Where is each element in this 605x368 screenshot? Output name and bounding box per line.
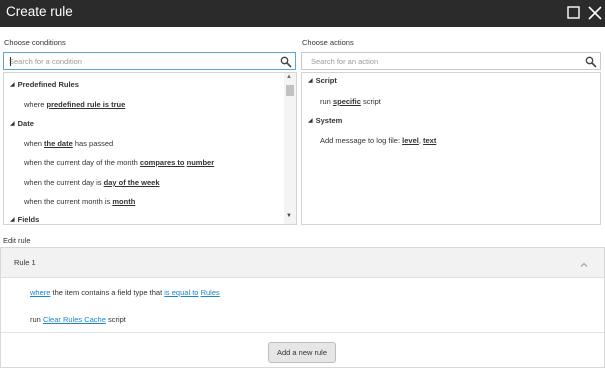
condition-link-operator[interactable]: is equal to xyxy=(164,288,198,297)
search-icon[interactable] xyxy=(280,55,292,68)
rule-condition-line: where the item contains a field type tha… xyxy=(30,288,220,297)
rule-header[interactable]: Rule 1 xyxy=(1,248,604,278)
chevron-up-icon[interactable] xyxy=(579,257,589,267)
rule-editor: Rule 1 where the item contains a field t… xyxy=(0,247,605,368)
action-link-script[interactable]: Clear Rules Cache xyxy=(43,315,106,324)
group-script[interactable]: ◢ Script xyxy=(308,76,337,85)
action-search-box[interactable] xyxy=(301,52,601,70)
close-icon[interactable] xyxy=(586,4,604,22)
add-new-rule-button[interactable]: Add a new rule xyxy=(268,342,336,363)
window-titlebar: Create rule xyxy=(0,0,605,27)
scroll-up-icon[interactable]: ▲ xyxy=(286,74,292,80)
group-fields[interactable]: ◢ Fields xyxy=(10,215,39,224)
condition-item[interactable]: when the current month is month xyxy=(24,197,135,206)
scroll-down-icon[interactable]: ▼ xyxy=(286,213,292,219)
triangle-down-icon: ◢ xyxy=(10,217,15,223)
action-search-input[interactable] xyxy=(311,55,583,67)
condition-item[interactable]: when the current day is day of the week xyxy=(24,178,160,187)
condition-item[interactable]: when the date has passed xyxy=(24,139,113,148)
edit-rule-label: Edit rule xyxy=(3,236,31,245)
conditions-label: Choose conditions xyxy=(4,38,66,47)
group-system[interactable]: ◢ System xyxy=(308,116,342,125)
search-icon[interactable] xyxy=(585,55,597,68)
actions-list: ◢ Script run specific script ◢ System Add … xyxy=(301,72,601,225)
actions-label: Choose actions xyxy=(302,38,354,47)
group-date[interactable]: ◢ Date xyxy=(10,119,34,128)
condition-link-value[interactable]: Rules xyxy=(201,288,220,297)
rule-title: Rule 1 xyxy=(14,258,36,267)
scroll-thumb[interactable] xyxy=(286,85,294,96)
action-item[interactable]: Add message to log file: level, text xyxy=(320,136,436,145)
text-cursor xyxy=(10,57,11,66)
condition-link-where[interactable]: where xyxy=(30,288,50,297)
condition-search-box[interactable] xyxy=(3,52,296,70)
rule-action-line: run Clear Rules Cache script xyxy=(30,315,126,324)
maximize-icon[interactable] xyxy=(565,4,583,22)
group-predefined-rules[interactable]: ◢ Predefined Rules xyxy=(10,80,79,89)
condition-item[interactable]: when the current day of the month compar… xyxy=(24,158,214,167)
triangle-down-icon: ◢ xyxy=(10,82,15,88)
action-item[interactable]: run specific script xyxy=(320,97,381,106)
conditions-list: ◢ Predefined Rules where predefined rule … xyxy=(3,72,297,225)
conditions-scrollbar[interactable]: ▲ ▼ xyxy=(284,73,296,224)
triangle-down-icon: ◢ xyxy=(10,121,15,127)
condition-item[interactable]: where predefined rule is true xyxy=(24,100,125,109)
divider xyxy=(1,332,604,333)
window-title: Create rule xyxy=(6,4,73,19)
triangle-down-icon: ◢ xyxy=(308,78,313,84)
condition-search-input[interactable] xyxy=(9,55,274,67)
triangle-down-icon: ◢ xyxy=(308,118,313,124)
